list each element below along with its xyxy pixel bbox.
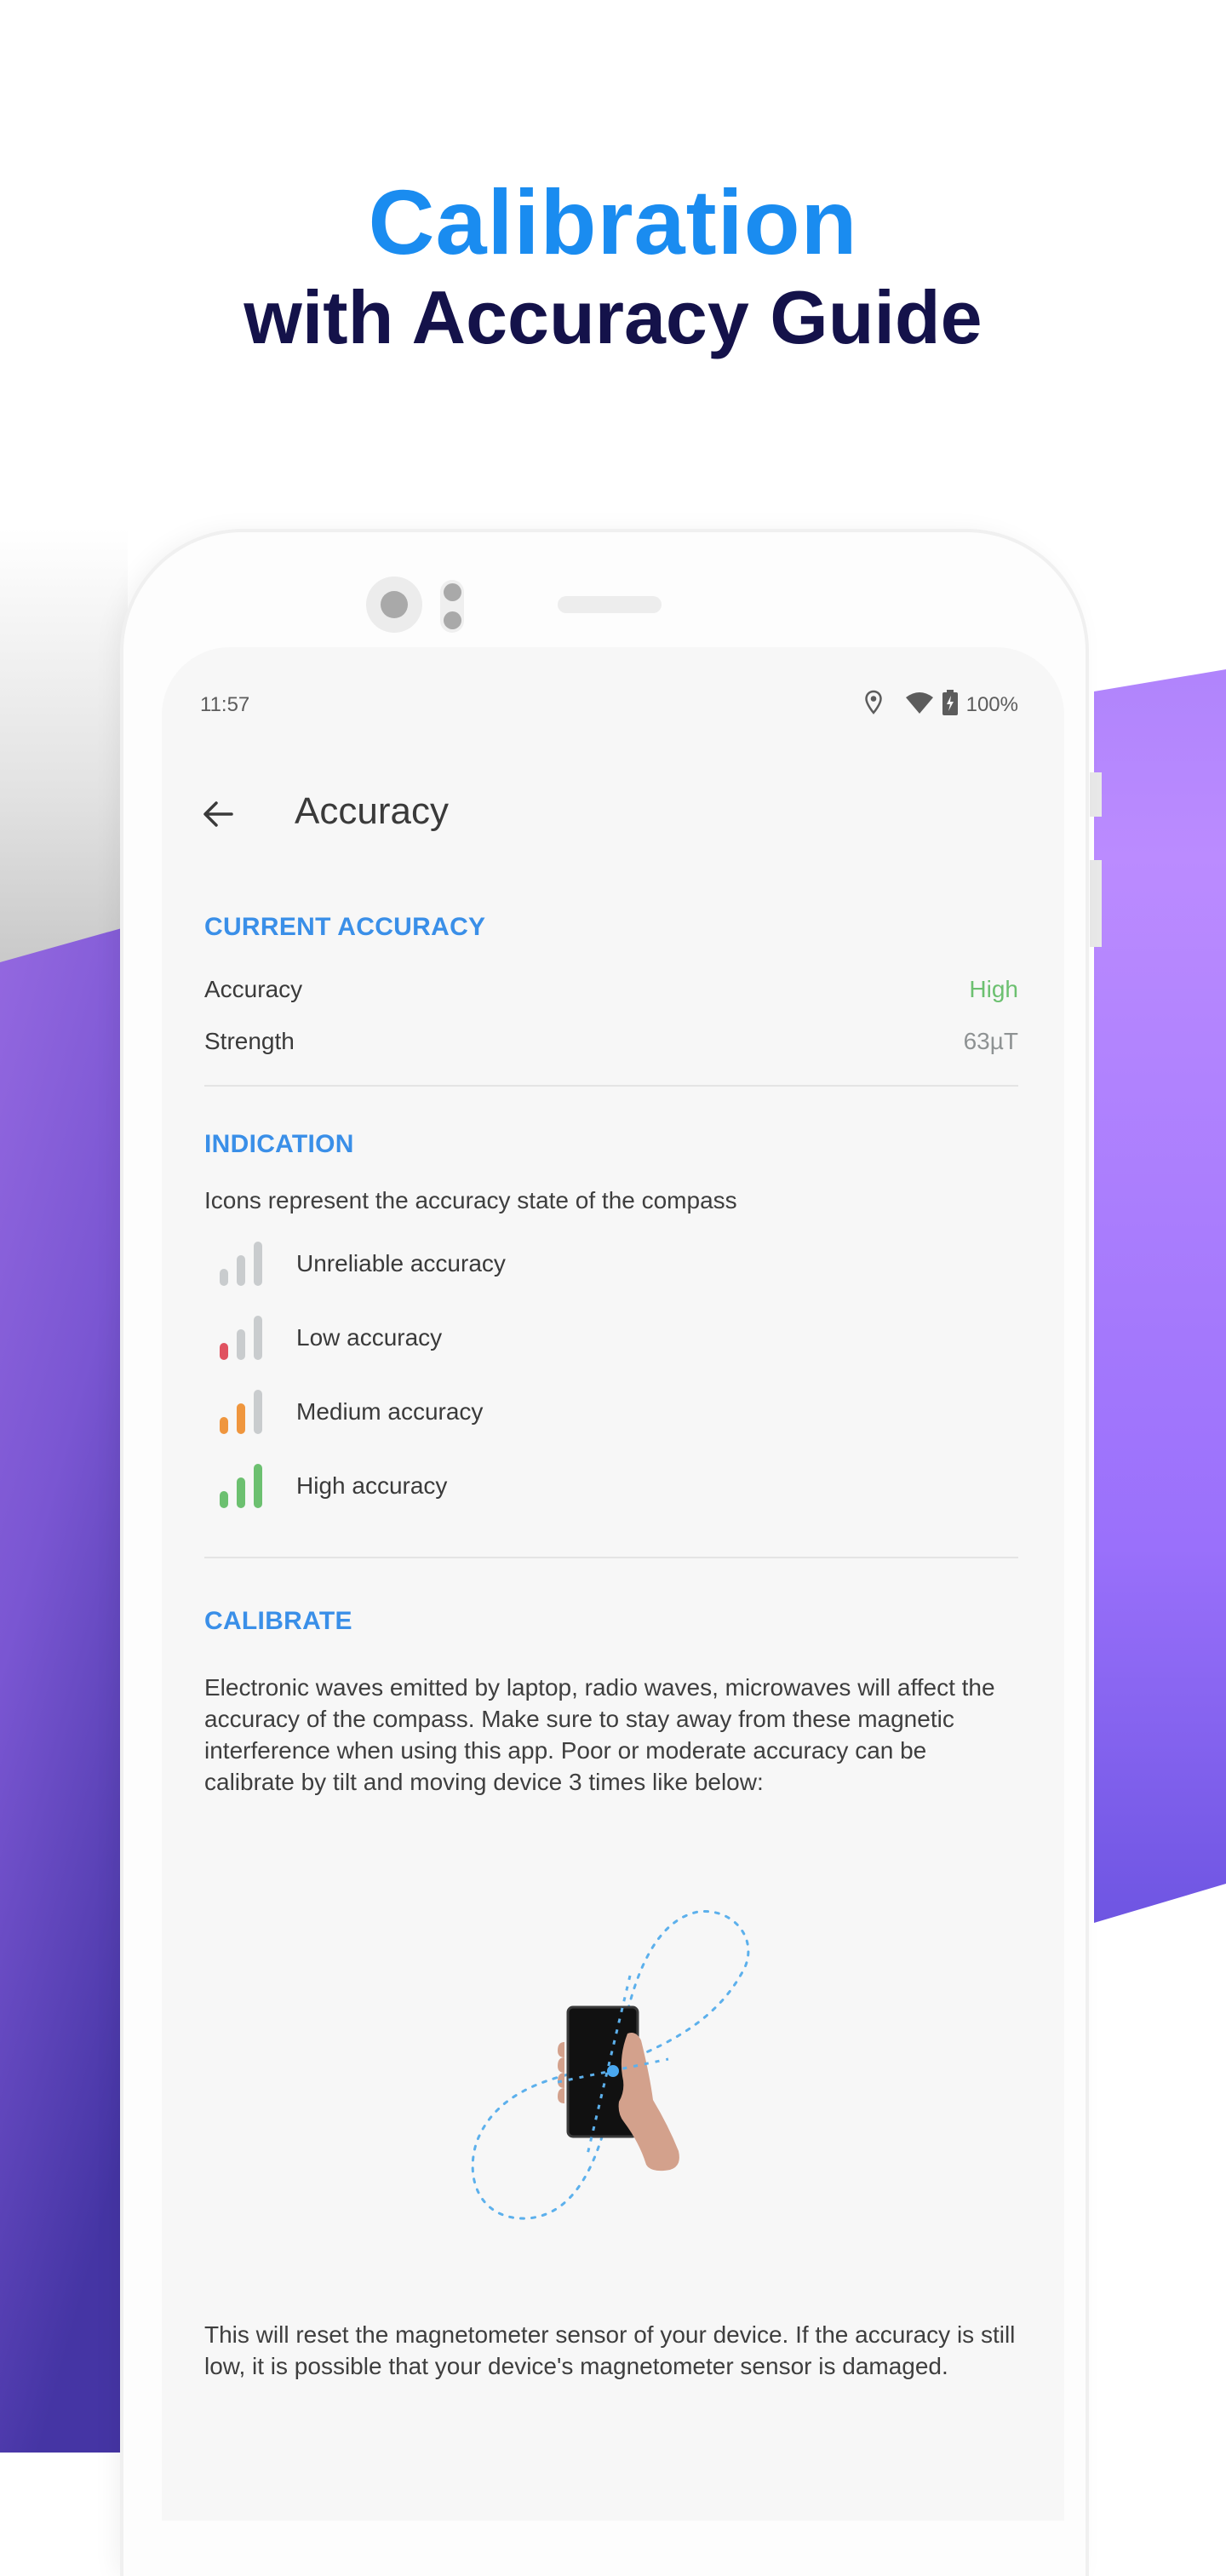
signal-bar-1 bbox=[220, 1342, 228, 1360]
divider bbox=[204, 1557, 1018, 1558]
signal-bar-3 bbox=[254, 1463, 262, 1508]
status-time: 11:57 bbox=[200, 693, 250, 716]
current-accuracy-section: CURRENT ACCURACY Accuracy High Strength … bbox=[204, 913, 1018, 1087]
indication-item-high: High accuracy bbox=[204, 1449, 1018, 1523]
signal-high-icon bbox=[215, 1460, 266, 1512]
accuracy-label: Accuracy bbox=[204, 976, 303, 1002]
signal-bar-2 bbox=[237, 1477, 245, 1508]
battery-charging-icon bbox=[942, 690, 958, 720]
side-button-1 bbox=[1090, 772, 1102, 817]
signal-bar-3 bbox=[254, 1315, 262, 1360]
calibrate-section: CALIBRATE Electronic waves emitted by la… bbox=[204, 1607, 1018, 1798]
strength-row: Strength 63µT bbox=[204, 1028, 1018, 1055]
proximity-sensor bbox=[444, 583, 461, 601]
headline-title: Calibration bbox=[368, 170, 858, 273]
arrow-left-icon bbox=[203, 801, 233, 827]
illustration-hand bbox=[618, 2033, 679, 2172]
indication-label: Medium accuracy bbox=[296, 1397, 484, 1425]
calibrate-footer: This will reset the magnetometer sensor … bbox=[204, 2319, 1018, 2382]
signal-bar-2 bbox=[237, 1254, 245, 1286]
signal-bar-3 bbox=[254, 1389, 262, 1434]
illustration-fingers bbox=[558, 2042, 564, 2103]
left-purple-shape bbox=[0, 927, 128, 2453]
side-button-2 bbox=[1090, 860, 1102, 947]
signal-bar-3 bbox=[254, 1241, 262, 1286]
headline-subtitle: with Accuracy Guide bbox=[243, 275, 983, 359]
earpiece-speaker bbox=[558, 596, 662, 613]
strength-label: Strength bbox=[204, 1028, 295, 1054]
location-icon bbox=[864, 690, 883, 720]
back-button[interactable] bbox=[194, 790, 242, 838]
page-title: Accuracy bbox=[295, 790, 449, 832]
status-icons: 100% bbox=[864, 690, 1018, 720]
signal-medium-icon bbox=[215, 1386, 266, 1437]
front-camera-icon bbox=[381, 591, 408, 618]
indication-label: Low accuracy bbox=[296, 1323, 443, 1351]
indication-item-low: Low accuracy bbox=[204, 1300, 1018, 1374]
wifi-icon bbox=[905, 691, 934, 719]
section-title-current-accuracy: CURRENT ACCURACY bbox=[204, 913, 486, 941]
light-sensor bbox=[444, 611, 461, 629]
calibrate-footer-text: This will reset the magnetometer sensor … bbox=[204, 2321, 1016, 2379]
left-gray-shade bbox=[0, 528, 128, 971]
indication-label: High accuracy bbox=[296, 1472, 448, 1499]
indication-label: Unreliable accuracy bbox=[296, 1249, 506, 1277]
accuracy-row: Accuracy High bbox=[204, 976, 1018, 1003]
divider bbox=[204, 1085, 1018, 1087]
signal-bar-1 bbox=[220, 1490, 228, 1508]
calibrate-description: Electronic waves emitted by laptop, radi… bbox=[204, 1674, 995, 1795]
indication-list: Unreliable accuracy Low accuracy Medium … bbox=[204, 1226, 1018, 1523]
indication-description: Icons represent the accuracy state of th… bbox=[204, 1187, 737, 1213]
indication-item-unreliable: Unreliable accuracy bbox=[204, 1226, 1018, 1300]
indication-section: INDICATION Icons represent the accuracy … bbox=[204, 1130, 1018, 1558]
signal-low-icon bbox=[215, 1312, 266, 1363]
signal-bar-1 bbox=[220, 1268, 228, 1286]
section-title-calibrate: CALIBRATE bbox=[204, 1607, 352, 1635]
battery-percent: 100% bbox=[965, 692, 1018, 716]
accuracy-value: High bbox=[969, 976, 1018, 1002]
signal-unreliable-icon bbox=[215, 1238, 266, 1289]
app-screen: 11:57 100% Accuracy CURRENT ACCURACY Acc… bbox=[162, 647, 1064, 2521]
strength-value: 63µT bbox=[963, 1028, 1018, 1054]
signal-bar-2 bbox=[237, 1328, 245, 1360]
indication-item-medium: Medium accuracy bbox=[204, 1374, 1018, 1449]
signal-bar-1 bbox=[220, 1416, 228, 1434]
section-title-indication: INDICATION bbox=[204, 1130, 354, 1158]
phone-figure-eight-calibration-illustration bbox=[471, 1910, 750, 2220]
right-purple-shape bbox=[1094, 669, 1226, 1923]
signal-bar-2 bbox=[237, 1403, 245, 1434]
crosshair-center bbox=[607, 2065, 619, 2077]
